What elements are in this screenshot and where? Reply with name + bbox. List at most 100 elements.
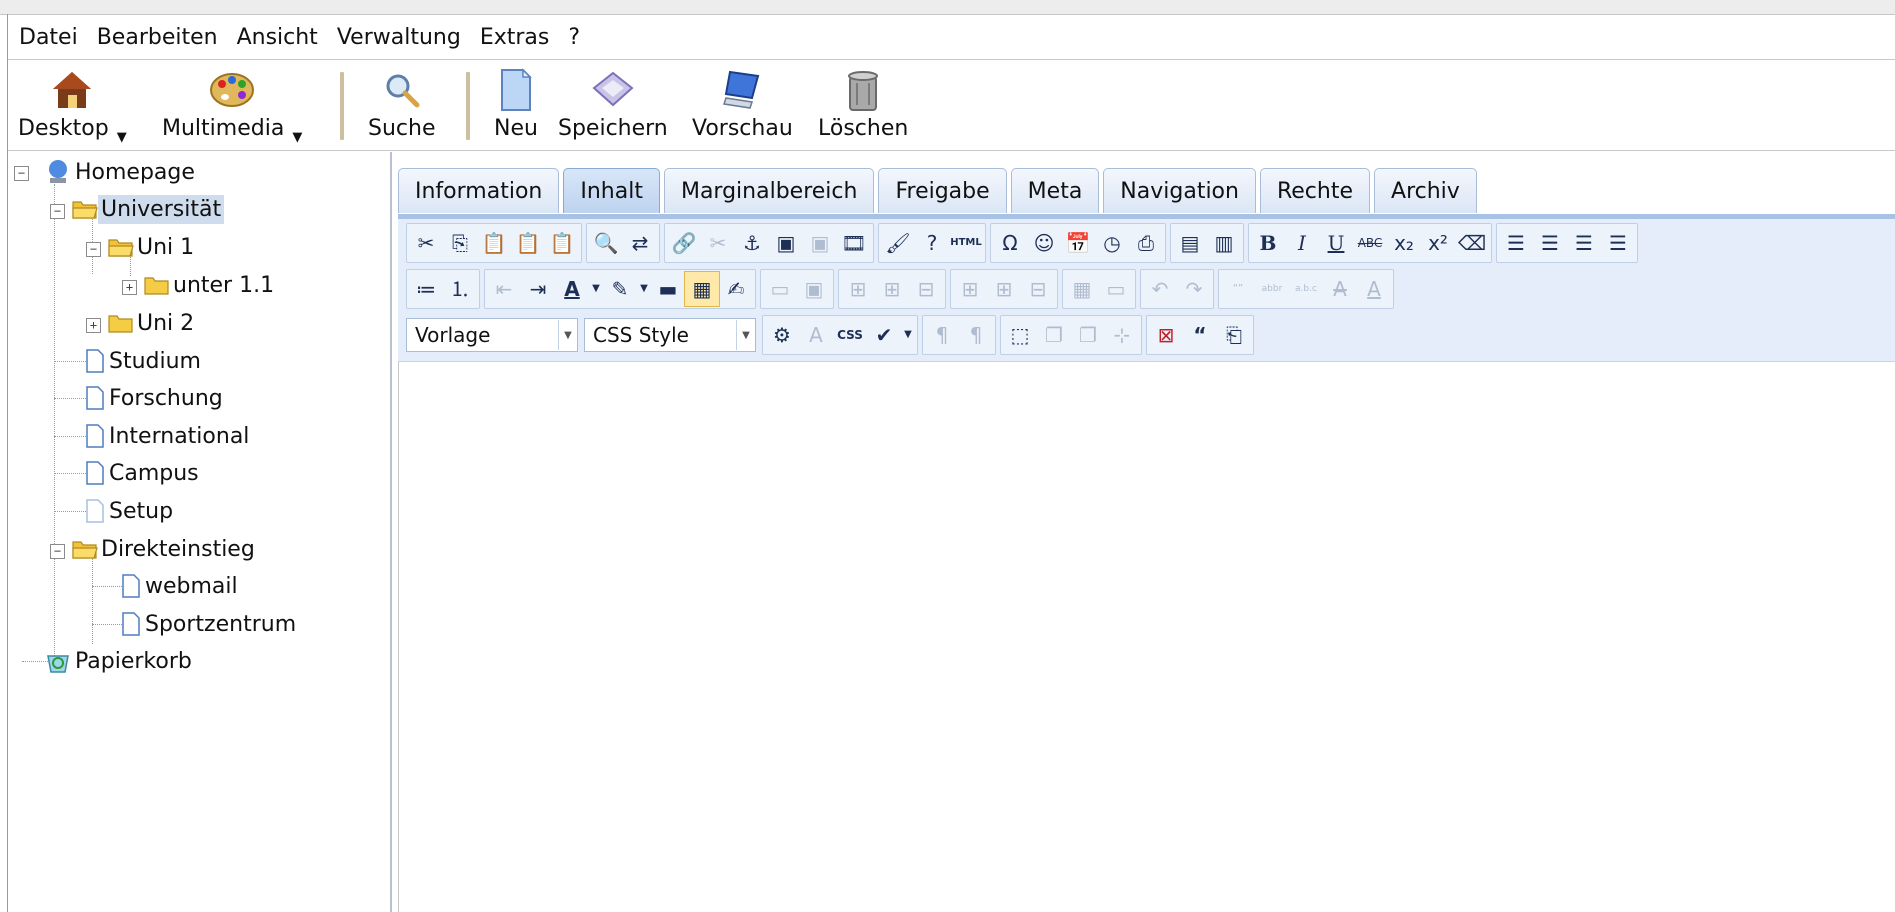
align-left-icon[interactable]: ☰ xyxy=(1499,226,1533,260)
tree-item-uni1[interactable]: Uni 1 xyxy=(108,230,197,264)
insert-date-icon[interactable]: 📅 xyxy=(1061,226,1095,260)
bold-icon[interactable]: B xyxy=(1251,226,1285,260)
spellcheck-icon[interactable]: ✔ xyxy=(867,318,901,352)
help-icon[interactable]: ? xyxy=(915,226,949,260)
media-film-icon[interactable]: 🎞 xyxy=(837,226,871,260)
superscript-icon[interactable]: x² xyxy=(1421,226,1455,260)
loeschen-button[interactable]: Löschen xyxy=(818,66,908,148)
move-forward-icon[interactable]: ❐ xyxy=(1037,318,1071,352)
insert-row-before-icon[interactable]: ⊞ xyxy=(841,272,875,306)
chevron-down-icon[interactable]: ▼ xyxy=(589,272,603,306)
vorschau-button[interactable]: Vorschau xyxy=(692,66,793,148)
ltr-icon[interactable]: ¶ xyxy=(925,318,959,352)
html-source-icon[interactable]: HTML xyxy=(949,226,983,260)
text-color-icon[interactable]: A xyxy=(555,272,589,306)
menu-ansicht[interactable]: Ansicht xyxy=(228,25,328,50)
expand-toggle[interactable]: + xyxy=(122,280,137,295)
replace-icon[interactable]: ⇄ xyxy=(623,226,657,260)
delete-row-icon[interactable]: ⊟ xyxy=(909,272,943,306)
speichern-button[interactable]: Speichern xyxy=(558,66,668,148)
row-props-icon[interactable]: ▭ xyxy=(763,272,797,306)
find-icon[interactable]: 🔍 xyxy=(589,226,623,260)
emoticon-icon[interactable]: ☺ xyxy=(1027,226,1061,260)
tab-rechte[interactable]: Rechte xyxy=(1259,168,1371,213)
expand-toggle[interactable]: + xyxy=(86,318,101,333)
align-right-icon[interactable]: ☰ xyxy=(1533,226,1567,260)
align-justify-icon[interactable]: ☰ xyxy=(1601,226,1635,260)
tree-item-direkteinstieg[interactable]: Direkteinstieg xyxy=(72,532,258,566)
absolute-position-icon[interactable]: ⊹ xyxy=(1105,318,1139,352)
copy-icon[interactable]: ⎘ xyxy=(443,226,477,260)
anchor-icon[interactable]: ⚓ xyxy=(735,226,769,260)
bullet-list-icon[interactable]: ≔ xyxy=(409,272,443,306)
cell-props-icon[interactable]: ▣ xyxy=(797,272,831,306)
tab-archiv[interactable]: Archiv xyxy=(1374,168,1477,213)
menu-bearbeiten[interactable]: Bearbeiten xyxy=(88,25,228,50)
image-map-icon[interactable]: ▣ xyxy=(803,226,837,260)
desktop-button[interactable]: Desktop ▼ xyxy=(18,66,127,148)
menu-help[interactable]: ? xyxy=(559,25,590,50)
tree-item-uni2[interactable]: Uni 2 xyxy=(108,306,197,340)
insert-col-before-icon[interactable]: ⊞ xyxy=(953,272,987,306)
link-icon[interactable]: 🔗 xyxy=(667,226,701,260)
neu-button[interactable]: Neu xyxy=(494,66,538,148)
chevron-down-icon[interactable]: ▼ xyxy=(901,318,915,352)
outdent-icon[interactable]: ⇤ xyxy=(487,272,521,306)
template-select[interactable]: Vorlage ▼ xyxy=(406,318,578,352)
image-icon[interactable]: ▣ xyxy=(769,226,803,260)
unlink-icon[interactable]: ✂ xyxy=(701,226,735,260)
blockquote-icon[interactable]: “ xyxy=(1183,318,1217,352)
tree-item-international[interactable]: International xyxy=(84,419,252,453)
menu-extras[interactable]: Extras xyxy=(471,25,560,50)
tree-item-campus[interactable]: Campus xyxy=(84,456,202,490)
horizontal-rule-icon[interactable]: ▬ xyxy=(651,272,685,306)
redo-icon[interactable]: ↷ xyxy=(1177,272,1211,306)
tab-freigabe[interactable]: Freigabe xyxy=(878,168,1007,213)
menu-datei[interactable]: Datei xyxy=(8,25,88,50)
chevron-down-icon[interactable]: ▼ xyxy=(117,130,127,145)
visual-aid-table-icon[interactable]: ▦ xyxy=(684,271,720,307)
strikethrough-icon[interactable]: ABC xyxy=(1353,226,1387,260)
italic-icon[interactable]: I xyxy=(1285,226,1319,260)
tab-inhalt[interactable]: Inhalt xyxy=(563,168,660,213)
pagebreak-icon[interactable]: ⎗ xyxy=(1217,318,1251,352)
indent-icon[interactable]: ⇥ xyxy=(521,272,555,306)
numbered-list-icon[interactable]: ⒈ xyxy=(443,272,477,306)
merge-cells-icon[interactable]: ▭ xyxy=(1099,272,1133,306)
split-cells-icon[interactable]: ▦ xyxy=(1065,272,1099,306)
delete-col-icon[interactable]: ⊟ xyxy=(1021,272,1055,306)
css-edit-icon[interactable]: CSS xyxy=(833,318,867,352)
template-icon[interactable]: ▤ xyxy=(1173,226,1207,260)
underline-icon[interactable]: U xyxy=(1319,226,1353,260)
insert-layer-icon[interactable]: ⬚ xyxy=(1003,318,1037,352)
collapse-toggle[interactable]: − xyxy=(14,166,29,181)
paste-word-icon[interactable]: 📋 xyxy=(545,226,579,260)
tab-information[interactable]: Information xyxy=(398,168,560,213)
tree-item-sportzentrum[interactable]: Sportzentrum xyxy=(120,607,299,641)
suche-button[interactable]: Suche xyxy=(368,66,435,148)
insert-text-icon[interactable]: A xyxy=(1357,272,1391,306)
acronym-icon[interactable]: a.b.c xyxy=(1289,272,1323,306)
cite-icon[interactable]: “” xyxy=(1221,272,1255,306)
pagebreak-doc-icon[interactable]: ▥ xyxy=(1207,226,1241,260)
insert-row-after-icon[interactable]: ⊞ xyxy=(875,272,909,306)
print-icon[interactable]: ⎙ xyxy=(1129,226,1163,260)
collapse-toggle[interactable]: − xyxy=(50,544,65,559)
insert-col-after-icon[interactable]: ⊞ xyxy=(987,272,1021,306)
paste-text-icon[interactable]: 📋 xyxy=(511,226,545,260)
chevron-down-icon[interactable]: ▼ xyxy=(292,130,302,145)
tree-item-webmail[interactable]: webmail xyxy=(120,569,241,603)
editor-content-area[interactable] xyxy=(398,362,1895,912)
multimedia-button[interactable]: Multimedia ▼ xyxy=(162,66,302,148)
abbr-icon[interactable]: abbr xyxy=(1255,272,1289,306)
tree-item-forschung[interactable]: Forschung xyxy=(84,381,226,415)
tree-item-universitaet[interactable]: Universität xyxy=(72,192,225,226)
highlight-color-icon[interactable]: ✎ xyxy=(603,272,637,306)
tree-item-unter11[interactable]: unter 1.1 xyxy=(144,268,277,302)
tree-item-setup[interactable]: Setup xyxy=(84,494,176,528)
tab-marginalbereich[interactable]: Marginalbereich xyxy=(663,168,875,213)
align-center-icon[interactable]: ☰ xyxy=(1567,226,1601,260)
menu-verwaltung[interactable]: Verwaltung xyxy=(328,25,471,50)
nonbreaking-icon[interactable]: ⊠ xyxy=(1149,318,1183,352)
subscript-icon[interactable]: x₂ xyxy=(1387,226,1421,260)
